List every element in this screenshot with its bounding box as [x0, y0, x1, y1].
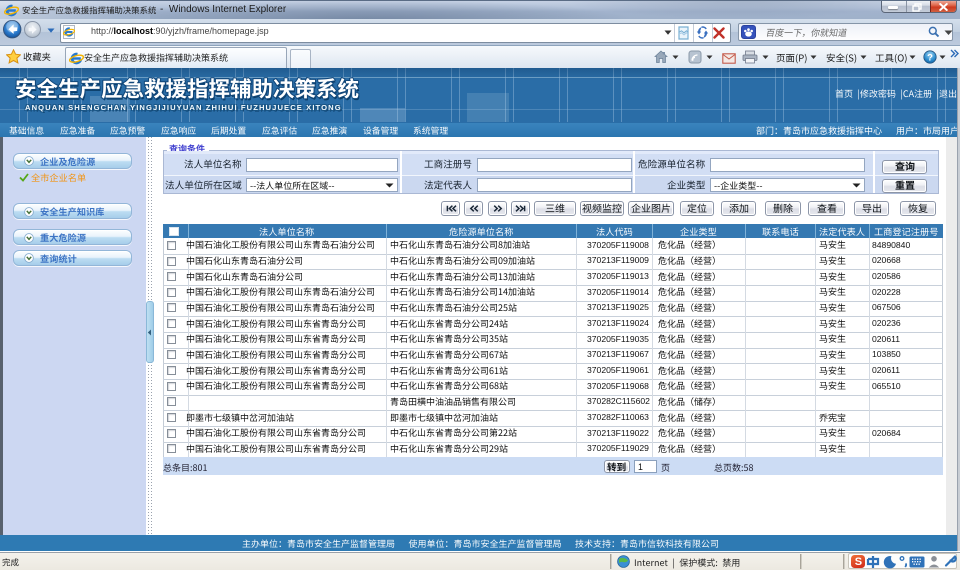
svg-text:?: ? — [927, 52, 933, 63]
